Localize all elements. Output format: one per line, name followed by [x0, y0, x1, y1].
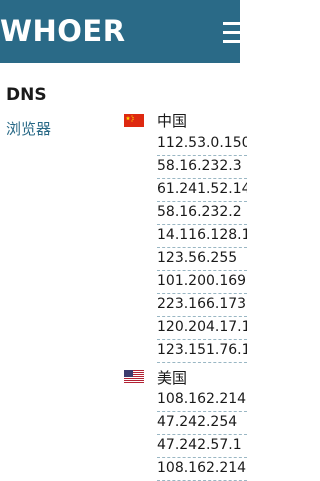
dns-ip-row: 61.241.52.14: [157, 179, 247, 202]
dns-ip-row: 14.116.128.12: [157, 225, 247, 248]
menu-bar-line: [223, 31, 247, 34]
dns-ip-row: 58.16.232.3: [157, 156, 247, 179]
dns-ip-row: 101.200.169: [157, 271, 247, 294]
dns-ip-row: 112.53.0.150: [157, 133, 247, 156]
dns-ip-row: 108.162.214: [157, 458, 247, 481]
whoer-logo[interactable]: WHOER: [0, 13, 126, 49]
dns-ip-row: 223.166.173: [157, 294, 247, 317]
dns-ip-row: 123.151.76.1: [157, 340, 247, 363]
country-name-china: 中国: [157, 112, 188, 130]
dns-ip-row: 47.242.254: [157, 412, 247, 435]
dns-ip-row: 108.162.214: [157, 389, 247, 412]
dns-heading: DNS: [6, 85, 47, 105]
top-bar: WHOER: [0, 0, 247, 63]
dns-ip-row: 123.56.255: [157, 248, 247, 271]
menu-bar-line: [223, 40, 247, 43]
menu-button[interactable]: [223, 22, 247, 44]
usa-flag-icon: [124, 370, 144, 383]
dns-ip-row: 58.16.232.2: [157, 202, 247, 225]
dns-ip-row: 47.242.57.1: [157, 435, 247, 458]
china-flag-icon: [124, 114, 144, 127]
browser-link[interactable]: 浏览器: [6, 118, 51, 139]
menu-bar-line: [223, 22, 247, 25]
country-name-usa: 美国: [157, 369, 188, 387]
dns-ip-row: 120.204.17.1: [157, 317, 247, 340]
